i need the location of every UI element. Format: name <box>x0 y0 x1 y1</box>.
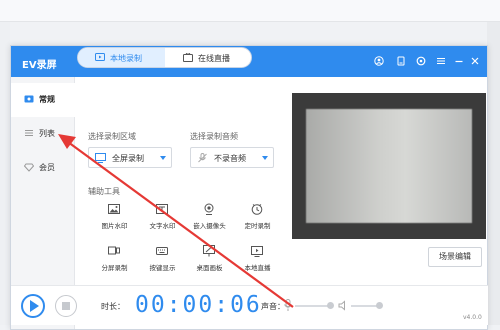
monitor-icon <box>95 153 106 163</box>
timer-display: 00:00:06 <box>135 292 262 318</box>
tool-label: 文字水印 <box>149 222 176 230</box>
speaker-slider-handle[interactable] <box>376 302 383 309</box>
tool-label: 桌面画板 <box>196 264 223 272</box>
clock-icon <box>251 203 263 215</box>
background-left <box>0 22 10 325</box>
mic-icon[interactable] <box>283 299 293 312</box>
tab-label: 本地录制 <box>110 54 142 63</box>
tab-online-live[interactable]: 在线直播 <box>166 48 251 67</box>
settings-icon[interactable] <box>416 56 426 66</box>
image-icon <box>108 203 120 215</box>
tool-image-watermark[interactable]: 图片水印 <box>92 203 137 233</box>
gem-icon <box>23 162 35 172</box>
tool-desktop-board[interactable]: 桌面画板 <box>187 245 232 275</box>
mode-switch: 本地录制 在线直播 <box>77 47 252 68</box>
close-icon[interactable] <box>470 56 480 66</box>
preview-image <box>306 109 472 223</box>
tools-label: 辅助工具 <box>88 187 120 196</box>
volume-label: 声音： <box>261 302 285 311</box>
tool-key-display[interactable]: 按键显示 <box>140 245 185 275</box>
preview-panel <box>292 93 486 239</box>
tab-label: 在线直播 <box>198 54 230 63</box>
local-live-icon <box>251 245 263 257</box>
tool-label: 分屏录制 <box>101 264 128 272</box>
user-icon[interactable] <box>374 56 384 66</box>
tool-label: 按键显示 <box>149 264 176 272</box>
keyboard-icon <box>156 245 168 257</box>
sidebar-item-label: 会员 <box>39 163 55 172</box>
mic-slider-handle[interactable] <box>327 302 334 309</box>
file-icon[interactable] <box>396 56 406 66</box>
mic-off-icon <box>197 153 208 163</box>
tool-embed-camera[interactable]: 嵌入摄像头 <box>187 203 232 233</box>
scene-edit-button[interactable]: 场景编辑 <box>428 247 482 267</box>
split-screen-icon <box>108 245 120 257</box>
audio-value: 不录音频 <box>214 154 246 163</box>
mic-volume-slider[interactable] <box>295 305 329 307</box>
live-icon <box>183 52 193 62</box>
text-icon <box>156 203 168 215</box>
sidebar-item-list[interactable]: 列表 <box>11 117 75 151</box>
camera-icon <box>203 203 215 215</box>
chevron-down-icon <box>262 156 268 160</box>
tool-local-live[interactable]: 本地直播 <box>235 245 280 275</box>
sidebar-item-general[interactable]: 常规 <box>11 83 75 117</box>
region-label: 选择录制区域 <box>88 132 136 141</box>
tool-label: 定时录制 <box>244 222 271 230</box>
screen-record-icon <box>95 53 105 62</box>
tool-label: 嵌入摄像头 <box>193 222 226 230</box>
record-icon <box>24 94 34 104</box>
paint-icon <box>203 245 215 257</box>
speaker-icon[interactable] <box>338 300 349 311</box>
play-button[interactable] <box>21 294 45 318</box>
audio-label: 选择录制音频 <box>190 132 238 141</box>
tool-split-screen[interactable]: 分屏录制 <box>92 245 137 275</box>
minimize-icon[interactable] <box>454 56 464 66</box>
tool-label: 图片水印 <box>101 222 128 230</box>
duration-label: 时长： <box>101 302 125 311</box>
tool-text-watermark[interactable]: 文字水印 <box>140 203 185 233</box>
tab-local-record[interactable]: 本地录制 <box>78 48 165 67</box>
browser-top-strip <box>0 0 500 22</box>
region-value: 全屏录制 <box>112 154 144 163</box>
sidebar-item-member[interactable]: 会员 <box>11 151 75 185</box>
chevron-down-icon <box>160 156 166 160</box>
stop-button[interactable] <box>55 295 77 317</box>
background-right <box>487 22 500 325</box>
audio-select[interactable]: 不录音频 <box>190 147 274 168</box>
version-text: v4.0.0 <box>463 314 482 321</box>
app-title: EV录屏 <box>22 60 57 71</box>
region-select[interactable]: 全屏录制 <box>88 147 172 168</box>
tool-timed-record[interactable]: 定时录制 <box>235 203 280 233</box>
list-icon <box>24 128 34 138</box>
tool-label: 本地直播 <box>244 264 271 272</box>
menu-icon[interactable] <box>436 56 446 66</box>
sidebar-item-label: 常规 <box>39 95 55 104</box>
bottom-bar: 时长： 00:00:06 声音： v4.0.0 <box>11 285 488 325</box>
sidebar-item-label: 列表 <box>39 129 55 138</box>
